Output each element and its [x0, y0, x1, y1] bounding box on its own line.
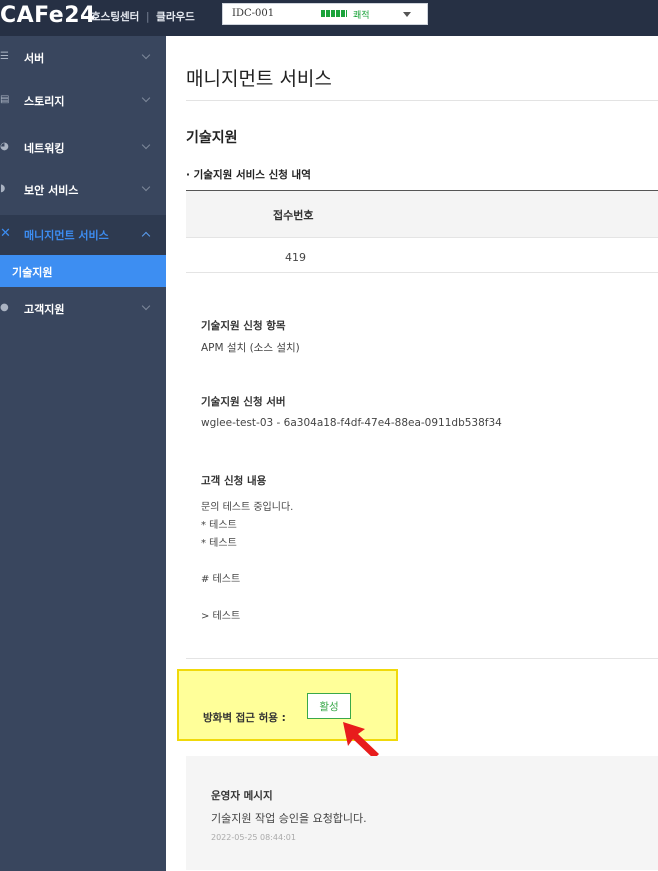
- sidebar-item-networking[interactable]: ◕ 네트워킹: [0, 128, 166, 166]
- storage-icon: ▤: [0, 94, 10, 105]
- divider: [186, 100, 658, 101]
- brand-text: 호스팅센터 | 클라우드: [91, 9, 195, 24]
- chevron-up-icon: [141, 231, 151, 241]
- table-row-border: [186, 272, 658, 273]
- chevron-down-icon: [141, 93, 151, 103]
- sidebar-item-security[interactable]: ◗ 보안 서비스: [0, 170, 166, 208]
- globe-icon: ◕: [0, 141, 9, 152]
- request-line: 문의 테스트 중입니다.: [201, 502, 294, 513]
- table-header: 접수번호: [186, 191, 658, 238]
- sidebar-item-management[interactable]: ✕ 매니지먼트 서비스: [0, 215, 166, 255]
- detail-item-value: APM 설치 (소스 설치): [201, 342, 300, 354]
- request-line: * 테스트: [201, 520, 237, 531]
- column-header-receipt-number: 접수번호: [273, 209, 314, 222]
- sidebar-subitem-tech-support[interactable]: 기술지원: [0, 255, 166, 287]
- main-content: 매니지먼트 서비스 기술지원 · 기술지원 서비스 신청 내역 접수번호 419…: [166, 36, 658, 871]
- list-title: · 기술지원 서비스 신청 내역: [186, 169, 311, 181]
- receipt-number-cell: 419: [285, 251, 306, 264]
- detail-server-value: wglee-test-03 - 6a304a18-f4df-47e4-88ea-…: [201, 417, 502, 429]
- sidebar-item-label: 보안 서비스: [24, 184, 79, 197]
- chevron-down-icon: [141, 182, 151, 192]
- request-line: * 테스트: [201, 538, 237, 549]
- operator-message-title: 운영자 메시지: [211, 790, 273, 802]
- chevron-down-icon: [403, 12, 411, 17]
- section-title: 기술지원: [186, 130, 238, 146]
- brand-cloud: 클라우드: [156, 11, 195, 23]
- operator-message-text: 기술지원 작업 승인을 요청합니다.: [211, 812, 367, 825]
- chevron-down-icon: [141, 301, 151, 311]
- sidebar-item-label: 매니지먼트 서비스: [24, 229, 109, 242]
- brand-separator: |: [145, 11, 150, 23]
- sidebar-item-label: 스토리지: [24, 95, 65, 108]
- operator-message-date: 2022-05-25 08:44:01: [211, 833, 296, 842]
- idc-label: IDC-001: [232, 8, 275, 19]
- idc-select[interactable]: IDC-001 쾌적: [222, 3, 428, 25]
- chevron-down-icon: [141, 50, 151, 60]
- firewall-access-label: 방화벽 접근 허용 :: [203, 712, 286, 724]
- sidebar-item-label: 네트워킹: [24, 142, 65, 155]
- cafe24-logo[interactable]: CAFe24: [0, 4, 96, 28]
- sidebar-item-label: 고객지원: [24, 303, 65, 316]
- firewall-activate-button[interactable]: 활성: [307, 693, 351, 719]
- chevron-down-icon: [141, 140, 151, 150]
- brand-hosting: 호스팅센터: [91, 11, 140, 23]
- signal-status: 쾌적: [353, 11, 370, 21]
- server-icon: ☰: [0, 51, 9, 62]
- request-line: > 테스트: [201, 611, 241, 622]
- detail-server-label: 기술지원 신청 서버: [201, 396, 286, 408]
- sidebar-item-customer-support[interactable]: ● 고객지원: [0, 289, 166, 327]
- sidebar: ☰ 서버 ▤ 스토리지 ◕ 네트워킹 ◗ 보안 서비스 ✕ 매니지먼트 서비스 …: [0, 36, 166, 871]
- divider: [186, 658, 658, 659]
- sidebar-subitem-label: 기술지원: [12, 266, 53, 279]
- shield-icon: ◗: [0, 183, 6, 194]
- wrench-icon: ✕: [0, 226, 11, 241]
- page-title: 매니지먼트 서비스: [186, 68, 332, 90]
- sidebar-item-server[interactable]: ☰ 서버: [0, 38, 166, 76]
- sidebar-item-storage[interactable]: ▤ 스토리지: [0, 81, 166, 119]
- top-bar: CAFe24 호스팅센터 | 클라우드 IDC-001 쾌적: [0, 0, 658, 36]
- request-line: # 테스트: [201, 574, 241, 585]
- sidebar-item-label: 서버: [24, 52, 45, 65]
- signal-bars-icon: [321, 10, 347, 17]
- detail-request-label: 고객 신청 내용: [201, 475, 267, 487]
- detail-item-label: 기술지원 신청 항목: [201, 320, 286, 332]
- user-icon: ●: [0, 302, 9, 313]
